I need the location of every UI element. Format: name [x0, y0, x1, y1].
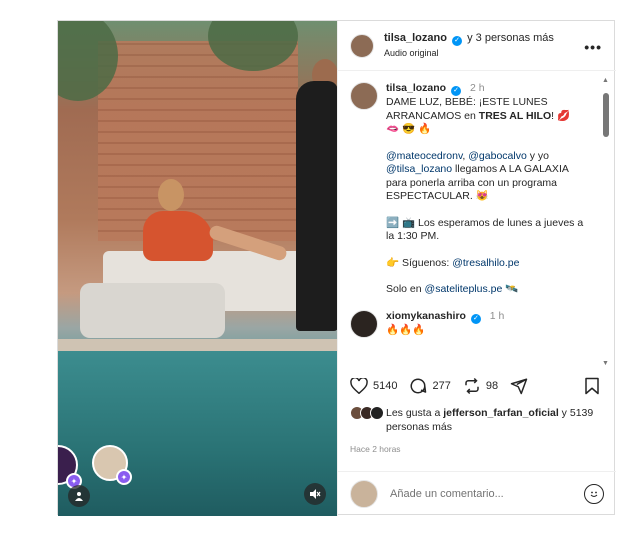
- comment-body: xiomykanashiro ✓ 1 h 🔥🔥🔥: [386, 310, 504, 338]
- post-sidebar: tilsa_lozano ✓ y 3 personas más Audio or…: [337, 21, 616, 516]
- mention-link[interactable]: @tresalhilo.pe: [452, 257, 519, 269]
- repost-icon[interactable]: [463, 377, 481, 395]
- emoji-icon[interactable]: [584, 484, 604, 504]
- pool-water: [58, 351, 337, 516]
- caption-emojis: 🫦 😎 🔥: [386, 123, 432, 135]
- mention-link[interactable]: @sateliteplus.pe: [425, 283, 503, 295]
- avatar[interactable]: [350, 309, 378, 338]
- collab-badge-icon: ✦: [116, 469, 132, 485]
- caption-time[interactable]: 2 h: [470, 82, 485, 94]
- caption-text: 🛰️: [502, 283, 519, 295]
- liked-by-prefix: Les gusta a: [386, 407, 444, 419]
- coauthors-link[interactable]: y 3 personas más: [467, 32, 554, 44]
- tagged-users-icon[interactable]: [68, 485, 90, 507]
- add-comment-bar: Añade un comentario...: [338, 471, 616, 516]
- scroll-up-icon[interactable]: ▲: [602, 77, 609, 84]
- liked-by-user[interactable]: jefferson_farfan_oficial: [443, 407, 559, 419]
- caption-text: ! 💋: [551, 109, 571, 122]
- post-card: ✦ ✦ tilsa_lozano ✓ y 3 personas más Audi…: [57, 20, 616, 516]
- more-options-icon[interactable]: •••: [584, 39, 602, 55]
- woman-swimsuit: [143, 211, 213, 261]
- avatar[interactable]: [350, 33, 374, 58]
- avatar: [350, 480, 378, 508]
- share-icon[interactable]: [510, 377, 528, 395]
- comments-section[interactable]: tilsa_lozano ✓ 2 h DAME LUZ, BEBÉ: ¡ESTE…: [338, 72, 617, 364]
- verified-icon: ✓: [451, 86, 462, 96]
- save-action[interactable]: [584, 377, 600, 398]
- caption-username[interactable]: tilsa_lozano: [386, 82, 446, 94]
- caption-bold: TRES AL HILO: [478, 109, 552, 122]
- like-count[interactable]: 5140: [373, 380, 397, 392]
- comment-input[interactable]: Añade un comentario...: [390, 488, 584, 500]
- liker-avatars[interactable]: [350, 406, 386, 420]
- share-action[interactable]: [510, 377, 533, 395]
- woman-head: [158, 179, 184, 211]
- post-video[interactable]: ✦ ✦: [58, 21, 337, 516]
- mention-link[interactable]: @mateocedronv: [386, 150, 462, 162]
- repost-count[interactable]: 98: [486, 380, 498, 392]
- repost-action[interactable]: 98: [463, 377, 498, 395]
- caption-text: y yo: [526, 149, 549, 162]
- verified-icon: ✓: [470, 313, 481, 324]
- liked-by: Les gusta a jefferson_farfan_oficial y 5…: [350, 406, 604, 434]
- liked-by-text: Les gusta a jefferson_farfan_oficial y 5…: [386, 406, 604, 434]
- mention-link[interactable]: @gabocalvo: [468, 150, 527, 162]
- comment-item: xiomykanashiro ✓ 1 h 🔥🔥🔥: [350, 309, 589, 338]
- scrollbar-thumb[interactable]: [603, 93, 609, 137]
- scroll-down-icon[interactable]: ▼: [602, 360, 609, 367]
- verified-icon: ✓: [452, 36, 463, 46]
- post-header: tilsa_lozano ✓ y 3 personas más Audio or…: [338, 21, 616, 71]
- caption-text: Solo en: [386, 283, 425, 295]
- caption-body: tilsa_lozano ✓ 2 h DAME LUZ, BEBÉ: ¡ESTE…: [386, 82, 589, 310]
- pool-deck: [58, 339, 337, 351]
- comment-text: 🔥🔥🔥: [386, 323, 426, 336]
- caption-text: 👉 Síguenos:: [386, 256, 453, 269]
- avatar[interactable]: [350, 82, 378, 110]
- man-waiter: [296, 81, 337, 331]
- comment-time[interactable]: 1 h: [490, 310, 505, 322]
- mention-link[interactable]: @tilsa_lozano: [386, 163, 452, 175]
- mute-icon[interactable]: [304, 483, 326, 505]
- bookmark-icon[interactable]: [584, 377, 600, 395]
- scrollbar[interactable]: ▲ ▼: [602, 77, 610, 367]
- like-action[interactable]: 5140: [350, 378, 397, 394]
- comment-username[interactable]: xiomykanashiro: [386, 310, 466, 322]
- post-timestamp[interactable]: Hace 2 horas: [350, 444, 401, 454]
- comment-icon[interactable]: [409, 377, 427, 395]
- comment-action[interactable]: 277: [409, 377, 451, 395]
- comment-count[interactable]: 277: [432, 380, 450, 392]
- audio-link[interactable]: Audio original: [384, 46, 554, 60]
- caption: tilsa_lozano ✓ 2 h DAME LUZ, BEBÉ: ¡ESTE…: [350, 82, 589, 310]
- avatar: [370, 406, 384, 420]
- brick-wall: [98, 41, 298, 241]
- collab-avatar[interactable]: ✦: [92, 445, 132, 485]
- header-text: tilsa_lozano ✓ y 3 personas más Audio or…: [384, 31, 554, 60]
- author-username[interactable]: tilsa_lozano: [384, 32, 447, 44]
- heart-icon[interactable]: [350, 378, 368, 394]
- action-bar: 5140 277 98: [350, 374, 604, 398]
- pouf: [80, 283, 225, 338]
- caption-text: ➡️ 📺 Los esperamos de lunes a jueves a l…: [386, 216, 584, 243]
